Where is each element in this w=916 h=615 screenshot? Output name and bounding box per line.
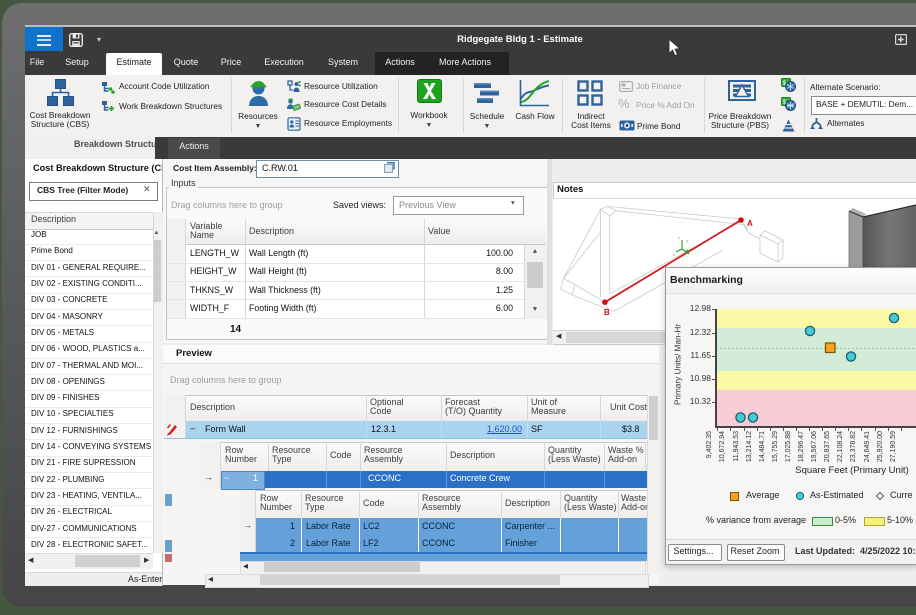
svg-text:A: A <box>747 219 753 228</box>
svg-text:B: B <box>604 308 610 317</box>
svg-text:x: x <box>673 252 675 257</box>
svg-text:y: y <box>686 238 688 243</box>
svg-text:z: z <box>678 235 680 240</box>
